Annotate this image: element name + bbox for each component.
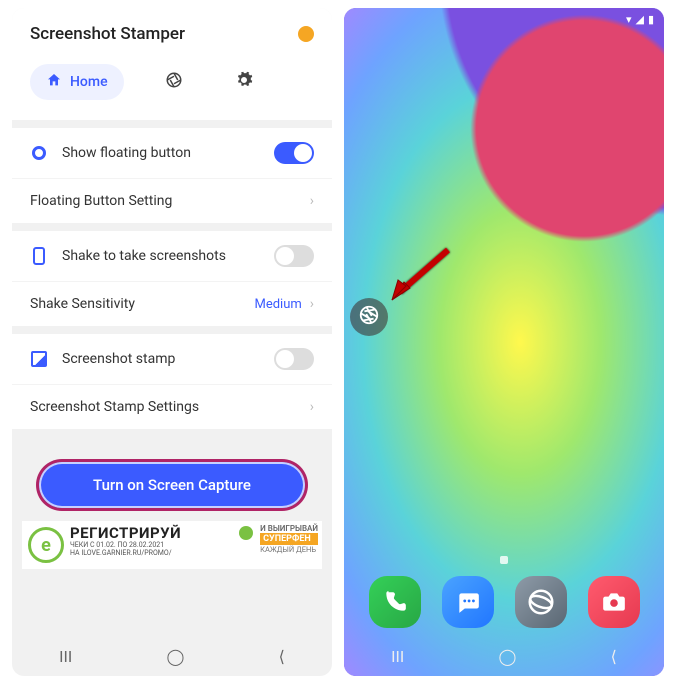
nav-home[interactable]: ◯ bbox=[498, 647, 516, 666]
android-navbar: III ◯ ⟨ bbox=[344, 636, 664, 676]
aperture-icon bbox=[165, 71, 183, 93]
setting-stamp[interactable]: Screenshot stamp bbox=[12, 334, 332, 384]
tab-settings[interactable] bbox=[224, 71, 264, 93]
stamp-icon bbox=[31, 351, 47, 367]
android-navbar: III ◯ ⟨ bbox=[12, 636, 332, 676]
nav-back[interactable]: ⟨ bbox=[279, 647, 285, 666]
ad-sub2: НА ILOVE.GARNIER.RU/PROMO/ bbox=[70, 550, 239, 558]
ad-right2: СУПЕРФЕН bbox=[260, 533, 318, 545]
app-header: Screenshot Stamper Home bbox=[12, 8, 332, 120]
page-indicator bbox=[500, 556, 508, 564]
setting-shake-sub[interactable]: Shake Sensitivity Medium › bbox=[12, 281, 332, 326]
setting-floating-sub[interactable]: Floating Button Setting › bbox=[12, 178, 332, 223]
ad-right3: КАЖДЫЙ ДЕНЬ bbox=[260, 545, 318, 554]
toggle-stamp[interactable] bbox=[274, 348, 314, 370]
gear-icon bbox=[235, 71, 253, 93]
tab-bar: Home bbox=[30, 64, 314, 100]
chevron-right-icon: › bbox=[310, 193, 314, 209]
signal-icon: ◢ bbox=[635, 13, 643, 26]
nav-recent[interactable]: III bbox=[391, 647, 404, 666]
app-phone[interactable] bbox=[369, 576, 421, 628]
app-camera[interactable] bbox=[588, 576, 640, 628]
ad-headline: РЕГИСТРИРУЙ bbox=[70, 524, 239, 542]
phone-shake-icon bbox=[33, 247, 45, 265]
setting-shake[interactable]: Shake to take screenshots bbox=[12, 231, 332, 281]
wifi-icon: ▾ bbox=[626, 13, 632, 26]
setting-stamp-sub[interactable]: Screenshot Stamp Settings › bbox=[12, 384, 332, 429]
nav-home[interactable]: ◯ bbox=[166, 647, 184, 666]
status-bar: ▾ ◢ ▮ bbox=[344, 8, 664, 30]
chevron-right-icon: › bbox=[310, 296, 314, 312]
app-settings-screen: Screenshot Stamper Home bbox=[12, 8, 332, 676]
nav-back[interactable]: ⟨ bbox=[611, 647, 617, 666]
radio-icon bbox=[32, 146, 46, 160]
nav-recent[interactable]: III bbox=[59, 647, 72, 666]
setting-label: Show floating button bbox=[62, 145, 274, 161]
app-browser[interactable] bbox=[515, 576, 567, 628]
setting-sub-label: Screenshot Stamp Settings bbox=[30, 399, 310, 415]
battery-icon: ▮ bbox=[648, 13, 654, 26]
app-title: Screenshot Stamper bbox=[30, 24, 185, 44]
tab-home[interactable]: Home bbox=[30, 64, 124, 100]
home-icon bbox=[46, 72, 62, 92]
tab-home-label: Home bbox=[70, 74, 108, 90]
setting-label: Screenshot stamp bbox=[62, 351, 274, 367]
homescreen: ▾ ◢ ▮ bbox=[344, 8, 664, 676]
pro-badge-icon[interactable] bbox=[298, 26, 314, 42]
ad-logo-icon: e bbox=[28, 527, 64, 563]
ad-pin-icon bbox=[239, 526, 253, 540]
chevron-right-icon: › bbox=[310, 399, 314, 415]
ad-banner[interactable]: e РЕГИСТРИРУЙ ЧЕКИ С 01.02. ПО 28.02.202… bbox=[22, 521, 322, 569]
floating-capture-button[interactable] bbox=[350, 298, 388, 336]
ad-right1: И ВЫИГРЫВАЙ bbox=[260, 524, 318, 533]
turn-on-capture-button[interactable]: Turn on Screen Capture bbox=[36, 459, 308, 511]
setting-floating-button[interactable]: Show floating button bbox=[12, 128, 332, 178]
setting-sub-label: Floating Button Setting bbox=[30, 193, 310, 209]
toggle-shake[interactable] bbox=[274, 245, 314, 267]
setting-value: Medium bbox=[254, 297, 301, 312]
tab-capture[interactable] bbox=[154, 71, 194, 93]
aperture-icon bbox=[358, 304, 380, 330]
setting-label: Shake to take screenshots bbox=[62, 248, 274, 264]
toggle-floating[interactable] bbox=[274, 142, 314, 164]
annotation-arrow-icon bbox=[386, 244, 456, 308]
setting-sub-label: Shake Sensitivity bbox=[30, 296, 254, 312]
app-messages[interactable] bbox=[442, 576, 494, 628]
app-dock bbox=[344, 576, 664, 628]
